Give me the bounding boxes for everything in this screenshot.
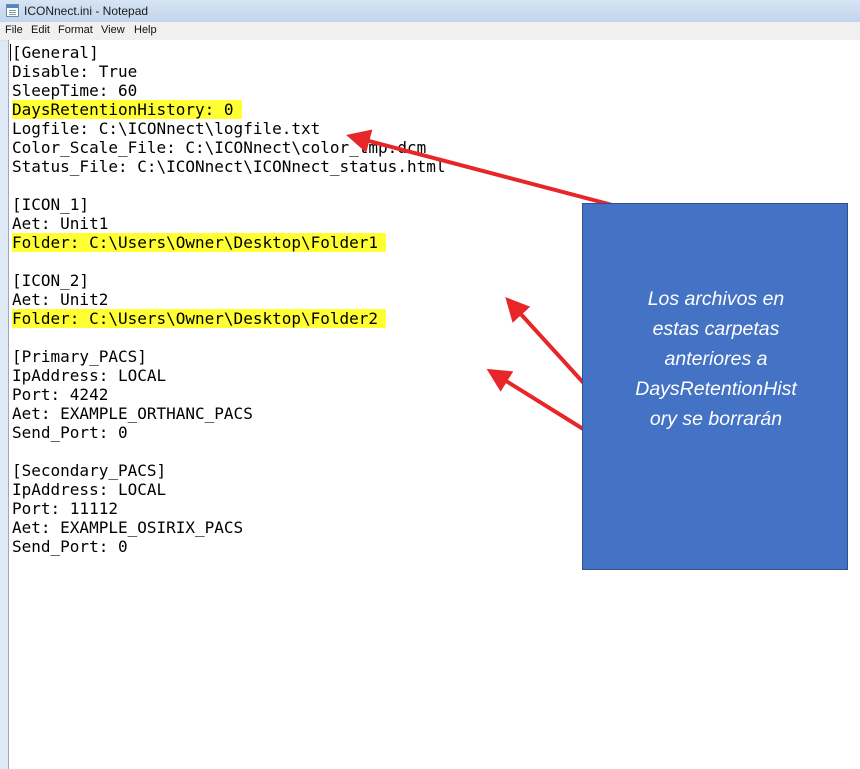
callout-line: Los archivos en	[647, 288, 785, 310]
editor-line: Logfile: C:\ICONnect\logfile.txt	[12, 119, 321, 138]
menu-view[interactable]: View	[101, 24, 125, 36]
editor-line-highlighted: Folder: C:\Users\Owner\Desktop\Folder1	[12, 233, 453, 252]
editor-lines: [General] Disable: True SleepTime: 60 Da…	[12, 43, 453, 556]
editor-line: Aet: Unit1	[12, 214, 109, 233]
editor-line: [Primary_PACS]	[12, 347, 147, 366]
editor-line: SleepTime: 60	[12, 81, 138, 100]
editor-line: Color_Scale_File: C:\ICONnect\color_tmp.…	[12, 138, 427, 157]
editor-line: Aet: Unit2	[12, 290, 109, 309]
editor-line: Port: 11112	[12, 499, 118, 518]
editor-line: [ICON_2]	[12, 271, 90, 290]
callout-line: ory se borrarán	[649, 408, 783, 430]
menu-bar: File Edit Format View Help	[0, 22, 860, 41]
editor-line: Send_Port: 0	[12, 423, 128, 442]
title-bar[interactable]: ICONnect.ini - Notepad	[0, 0, 860, 23]
editor-line-highlighted: Folder: C:\Users\Owner\Desktop\Folder2	[12, 309, 453, 328]
editor-line: Disable: True	[12, 62, 138, 81]
editor-line: [Secondary_PACS]	[12, 461, 167, 480]
callout-line: anteriores a	[664, 348, 768, 370]
editor-line: Status_File: C:\ICONnect\ICONnect_status…	[12, 157, 446, 176]
notepad-icon	[6, 4, 19, 17]
callout-line: estas carpetas	[652, 318, 780, 340]
editor-line: [General]	[12, 43, 99, 62]
editor-line: Port: 4242	[12, 385, 109, 404]
menu-file[interactable]: File	[5, 24, 23, 36]
editor-line: Aet: EXAMPLE_OSIRIX_PACS	[12, 518, 244, 537]
callout-text: Los archivos en estas carpetas anteriore…	[583, 284, 849, 434]
editor-line: [ICON_1]	[12, 195, 90, 214]
window-title: ICONnect.ini - Notepad	[24, 4, 149, 18]
editor-line: IpAddress: LOCAL	[12, 366, 167, 385]
text-caret	[10, 44, 11, 61]
menu-edit[interactable]: Edit	[31, 24, 50, 36]
callout-line: DaysRetentionHist	[635, 378, 797, 400]
editor-line: Send_Port: 0	[12, 537, 128, 556]
editor-line: IpAddress: LOCAL	[12, 480, 167, 499]
menu-format[interactable]: Format	[58, 24, 93, 36]
editor-line-highlighted: DaysRetentionHistory: 0	[12, 100, 453, 119]
editor-line: Aet: EXAMPLE_ORTHANC_PACS	[12, 404, 253, 423]
menu-help[interactable]: Help	[134, 24, 157, 36]
annotation-callout: Los archivos en estas carpetas anteriore…	[582, 203, 848, 570]
